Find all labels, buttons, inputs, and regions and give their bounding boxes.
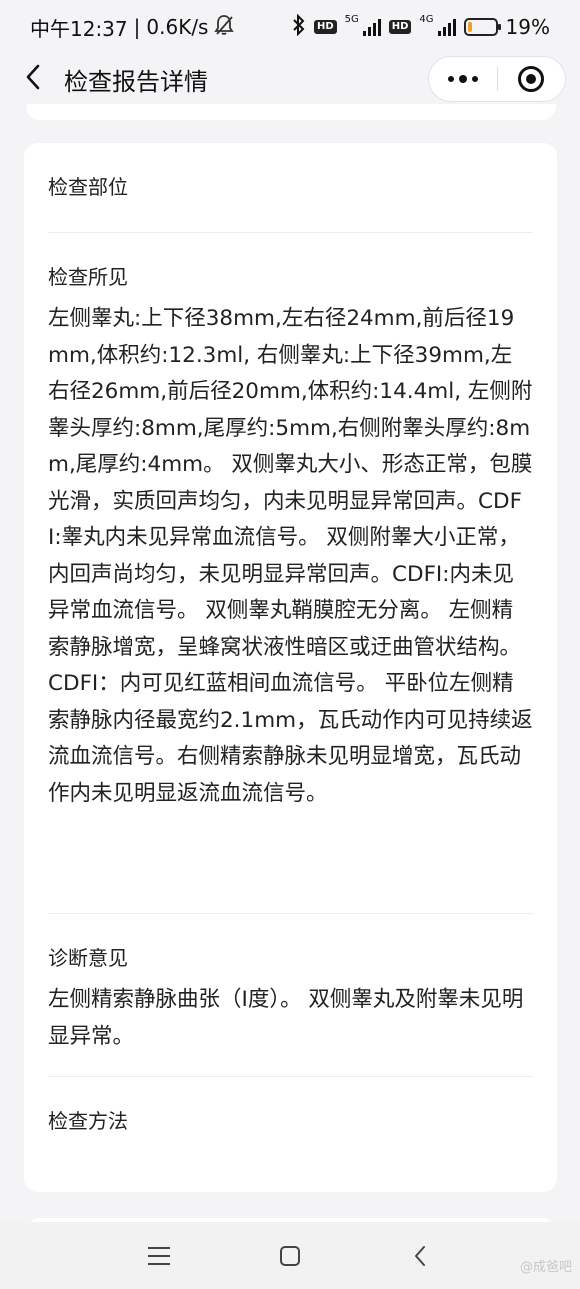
section-label: 检查所见 bbox=[48, 265, 128, 289]
watermark: @成爸吧 bbox=[519, 1260, 572, 1275]
network-speed: 0.6K/s bbox=[146, 15, 209, 39]
chevron-left-icon bbox=[25, 63, 41, 95]
status-time: 中午12:37 bbox=[30, 16, 128, 41]
battery-percent: 19% bbox=[505, 15, 550, 39]
diagnosis-text: 左侧精索静脉曲张（I度）。 双侧睾丸及附睾未见明显异常。 bbox=[48, 987, 524, 1049]
more-dot-center bbox=[458, 75, 467, 83]
section-label: 诊断意见 bbox=[48, 946, 128, 970]
findings-text: 左侧睾丸:上下径38mm,左右径24mm,前后径19mm,体积约:12.3ml,… bbox=[48, 306, 533, 806]
network-type-5g: 5G bbox=[344, 13, 359, 25]
back-icon[interactable] bbox=[410, 1242, 430, 1270]
section-findings: 检查所见 左侧睾丸:上下径38mm,左右径24mm,前后径19mm,体积约:12… bbox=[48, 233, 533, 914]
hd-badge-2: HD bbox=[388, 20, 412, 34]
nav-bar: 检查报告详情 bbox=[0, 54, 580, 104]
hd-badge-1: HD bbox=[313, 20, 337, 34]
network-type-4g: 4G bbox=[419, 13, 434, 25]
system-nav-bar: @成爸吧 bbox=[0, 1222, 580, 1289]
signal-icon-1 bbox=[362, 18, 381, 36]
section-method: 检查方法 bbox=[48, 1077, 533, 1187]
page-title: 检查报告详情 bbox=[64, 68, 208, 96]
status-left: 中午12:37 | 0.6K/s bbox=[30, 13, 235, 42]
close-button[interactable] bbox=[498, 57, 566, 101]
section-label: 检查方法 bbox=[48, 1109, 128, 1133]
mini-program-capsule bbox=[428, 56, 566, 102]
report-card: 检查部位 检查所见 左侧睾丸:上下径38mm,左右径24mm,前后径19mm,体… bbox=[24, 143, 557, 1192]
bluetooth-icon bbox=[292, 13, 306, 41]
back-button[interactable] bbox=[18, 62, 48, 96]
battery-fill bbox=[467, 22, 473, 32]
status-right: HD 5G HD 4G 19% bbox=[292, 13, 550, 41]
mute-bell-icon bbox=[214, 14, 235, 41]
signal-icon-2 bbox=[437, 18, 456, 36]
more-button[interactable] bbox=[429, 57, 497, 101]
more-dot-right bbox=[471, 76, 478, 82]
target-icon bbox=[518, 66, 545, 92]
home-icon[interactable] bbox=[278, 1242, 302, 1270]
section-diagnosis: 诊断意见 左侧精索静脉曲张（I度）。 双侧睾丸及附睾未见明显异常。 bbox=[48, 914, 533, 1077]
battery-icon bbox=[463, 18, 501, 36]
status-bar: 中午12:37 | 0.6K/s HD 5G HD 4G 19% bbox=[0, 0, 580, 54]
section-label: 检查部位 bbox=[48, 175, 128, 199]
previous-card-edge bbox=[26, 104, 556, 120]
more-dots-icon bbox=[447, 76, 454, 82]
menu-icon[interactable] bbox=[146, 1242, 172, 1270]
status-separator: | bbox=[133, 15, 141, 39]
section-exam-site: 检查部位 bbox=[48, 143, 533, 233]
